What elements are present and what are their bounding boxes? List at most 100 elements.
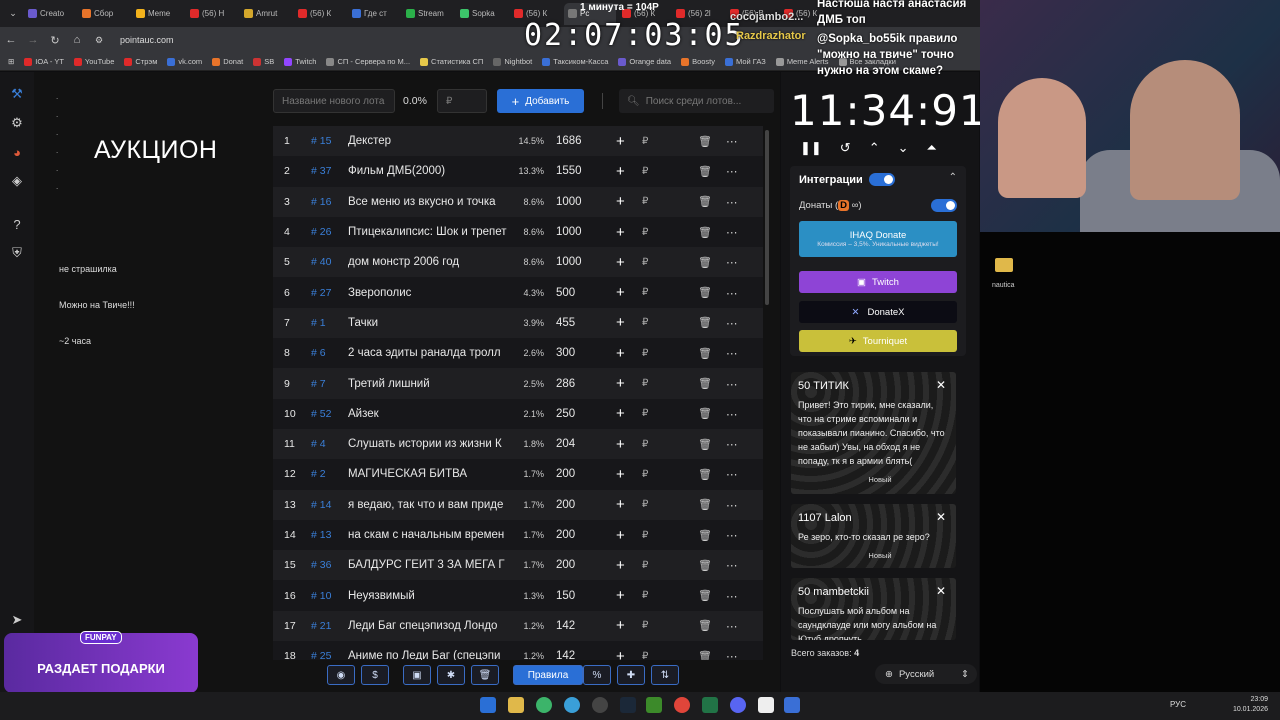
telegram-icon[interactable] (564, 697, 580, 713)
more-options-icon[interactable]: ⋯ (726, 164, 746, 178)
browser-tab[interactable]: Sopka (456, 3, 508, 25)
github-icon[interactable]: ◉ (327, 665, 355, 685)
lot-name[interactable]: Айзек (348, 408, 508, 420)
browser-tab[interactable]: Meme (132, 3, 184, 25)
close-icon[interactable]: ✕ (936, 584, 946, 598)
delete-lot-icon[interactable]: 🗑︎ (698, 165, 726, 178)
apps-grid-icon[interactable]: ⊞ (8, 57, 14, 66)
add-amount-input[interactable]: ₽ (642, 348, 698, 359)
auction-hammer-icon[interactable]: ⚒ (9, 86, 25, 102)
new-lot-name-input[interactable]: Название нового лота (273, 89, 395, 113)
add-amount-input[interactable]: ₽ (642, 287, 698, 298)
lot-amount[interactable]: 500 (550, 287, 616, 299)
lot-name[interactable]: Зверополис (348, 287, 508, 299)
add-amount-input[interactable]: ₽ (642, 317, 698, 328)
add-amount-input[interactable]: ₽ (642, 166, 698, 177)
double-chevron-up-icon[interactable]: ⏶ (927, 140, 937, 156)
browser-tab[interactable]: Где ст (348, 3, 400, 25)
chrome-icon[interactable] (674, 697, 690, 713)
lot-amount[interactable]: 200 (550, 529, 616, 541)
delete-lot-icon[interactable]: 🗑︎ (698, 347, 726, 360)
lot-row[interactable]: 14 # 13 на скам с начальным времен 1.7% 200 +… (273, 519, 763, 551)
send-icon[interactable]: ➤ (9, 612, 25, 628)
bookmark[interactable]: Donat (212, 57, 243, 66)
lots-scrollbar[interactable] (765, 130, 769, 305)
explorer-icon[interactable] (508, 697, 524, 713)
add-amount-plus-icon[interactable]: + (616, 557, 642, 574)
add-amount-input[interactable]: ₽ (642, 530, 698, 541)
donations-toggle[interactable] (931, 199, 957, 212)
more-options-icon[interactable]: ⋯ (726, 134, 746, 148)
delete-lot-icon[interactable]: 🗑︎ (698, 589, 726, 602)
delete-lot-icon[interactable]: 🗑︎ (698, 529, 726, 542)
add-amount-plus-icon[interactable]: + (616, 254, 642, 271)
tourniquet-button[interactable]: ✈ Tourniquet (799, 330, 957, 352)
lot-amount[interactable]: 455 (550, 317, 616, 329)
close-icon[interactable]: ✕ (936, 510, 946, 524)
wheel-icon[interactable]: ◕ (9, 144, 25, 160)
delete-lot-icon[interactable]: 🗑︎ (698, 286, 726, 299)
delete-lot-icon[interactable]: 🗑︎ (698, 498, 726, 511)
add-amount-plus-icon[interactable]: + (616, 193, 642, 210)
lot-row[interactable]: 11 # 4 Слушать истории из жизни К 1.8% 204 + ₽… (273, 428, 763, 460)
lot-amount[interactable]: 142 (550, 620, 616, 632)
lot-name[interactable]: МАГИЧЕСКАЯ БИТВА (348, 468, 508, 480)
lot-amount[interactable]: 142 (550, 650, 616, 660)
add-amount-plus-icon[interactable]: + (616, 314, 642, 331)
add-amount-input[interactable]: ₽ (642, 590, 698, 601)
more-options-icon[interactable]: ⋯ (726, 286, 746, 300)
lot-name[interactable]: Третий лишний (348, 378, 508, 390)
discord-icon[interactable] (730, 697, 746, 713)
reset-icon[interactable]: ↺ (840, 140, 851, 156)
add-amount-plus-icon[interactable]: + (616, 375, 642, 392)
dollar-icon[interactable]: $ (361, 665, 389, 685)
close-icon[interactable]: ✕ (936, 378, 946, 392)
browser-tab[interactable]: (56) Н (186, 3, 238, 25)
add-amount-input[interactable]: ₽ (642, 651, 698, 660)
sort-icon[interactable]: ⇅ (651, 665, 679, 685)
lot-name[interactable]: на скам с начальным времен (348, 529, 508, 541)
lot-row[interactable]: 17 # 21 Леди Баг спецэпизод Лондо 1.2% 142 + ₽… (273, 610, 763, 642)
chevron-up-icon[interactable]: ⌃ (869, 140, 880, 156)
delete-lot-icon[interactable]: 🗑︎ (698, 256, 726, 269)
bookmark[interactable]: IOA - YT (24, 57, 64, 66)
lot-name[interactable]: Все меню из вкусно и точка (348, 196, 508, 208)
bookmark[interactable]: Nightbot (493, 57, 532, 66)
tray-language[interactable]: РУС (1170, 700, 1186, 709)
lot-name[interactable]: Леди Баг спецэпизод Лондо (348, 620, 508, 632)
delete-lot-icon[interactable]: 🗑︎ (698, 559, 726, 572)
lot-amount[interactable]: 1000 (550, 226, 616, 238)
lot-name[interactable]: Декстер (348, 135, 508, 147)
bookmark[interactable]: vk.com (167, 57, 202, 66)
more-options-icon[interactable]: ⋯ (726, 195, 746, 209)
lot-amount[interactable]: 150 (550, 590, 616, 602)
more-options-icon[interactable]: ⋯ (726, 498, 746, 512)
chevron-down-icon[interactable]: ⌄ (898, 140, 909, 156)
reload-icon[interactable]: ↻ (44, 34, 66, 47)
tab-menu-chevron-icon[interactable]: ⌄ (4, 8, 22, 19)
more-options-icon[interactable]: ⋯ (726, 558, 746, 572)
add-amount-plus-icon[interactable]: + (616, 617, 642, 634)
delete-lot-icon[interactable]: 🗑︎ (698, 135, 726, 148)
add-amount-plus-icon[interactable]: + (616, 648, 642, 660)
browser-tab[interactable]: Amrut (240, 3, 292, 25)
lot-amount[interactable]: 200 (550, 499, 616, 511)
delete-lot-icon[interactable]: 🗑︎ (698, 619, 726, 632)
rules-button[interactable]: Правила (513, 665, 583, 685)
delete-lot-icon[interactable]: 🗑︎ (698, 407, 726, 420)
lot-row[interactable]: 8 # 6 2 часа эдиты раналда тролл 2.6% 300 + ₽ 🗑… (273, 338, 763, 369)
delete-lot-icon[interactable]: 🗑︎ (698, 195, 726, 208)
add-amount-plus-icon[interactable]: + (616, 466, 642, 483)
lot-search-input[interactable]: 🔍︎ Поиск среди лотов... (619, 89, 774, 113)
integrations-toggle[interactable] (869, 173, 895, 186)
lot-name[interactable]: Птицекалипсис: Шок и трепет (348, 226, 508, 238)
home-icon[interactable]: ⌂ (66, 34, 88, 46)
lot-row[interactable]: 13 # 14 я ведаю, так что и вам приде 1.7% 20… (273, 489, 763, 520)
steam-icon[interactable] (620, 697, 636, 713)
more-options-icon[interactable]: ⋯ (726, 589, 746, 603)
add-amount-input[interactable]: ₽ (642, 196, 698, 207)
lot-row[interactable]: 18 # 25 Аниме по Леди Баг (спецэпи 1.2% 142 +… (273, 641, 763, 660)
lot-amount[interactable]: 1000 (550, 256, 616, 268)
lot-amount[interactable]: 250 (550, 408, 616, 420)
bookmark[interactable]: Twitch (284, 57, 316, 66)
